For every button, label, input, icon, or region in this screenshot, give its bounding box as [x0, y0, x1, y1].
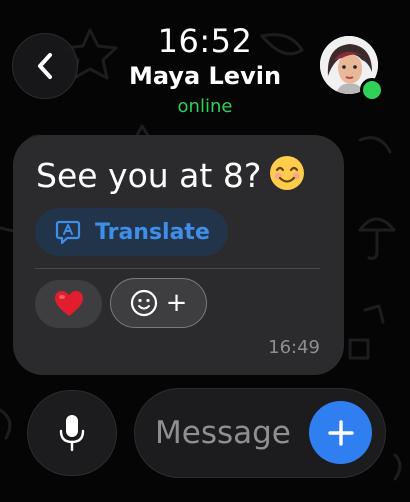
translate-bubble-icon: [55, 220, 81, 245]
chat-screen: 16:52 Maya Levin online See you at 8? Tr…: [0, 0, 410, 502]
plus-icon: +: [165, 288, 188, 318]
message-bubble[interactable]: See you at 8? Translate + 16:49: [13, 135, 344, 375]
contact-status: online: [177, 96, 233, 117]
message-text-row: See you at 8?: [36, 155, 305, 195]
reaction-heart[interactable]: [35, 280, 102, 328]
smiley-icon: [130, 289, 157, 317]
message-placeholder: Message: [155, 415, 291, 451]
plus-icon: [327, 419, 354, 446]
message-text: See you at 8?: [36, 156, 262, 195]
translate-button[interactable]: Translate: [35, 208, 228, 256]
heart-icon: [54, 291, 83, 316]
smiling-face-emoji: [270, 156, 305, 190]
compose-plus-button[interactable]: [309, 401, 372, 464]
message-time: 16:49: [268, 337, 320, 358]
microphone-icon: [59, 415, 85, 452]
message-input[interactable]: Message: [134, 388, 386, 478]
voice-message-button[interactable]: [27, 390, 117, 476]
translate-label: Translate: [95, 219, 210, 245]
reaction-divider: [35, 268, 320, 269]
add-reaction-button[interactable]: +: [110, 278, 207, 328]
online-status-dot: [360, 78, 384, 102]
